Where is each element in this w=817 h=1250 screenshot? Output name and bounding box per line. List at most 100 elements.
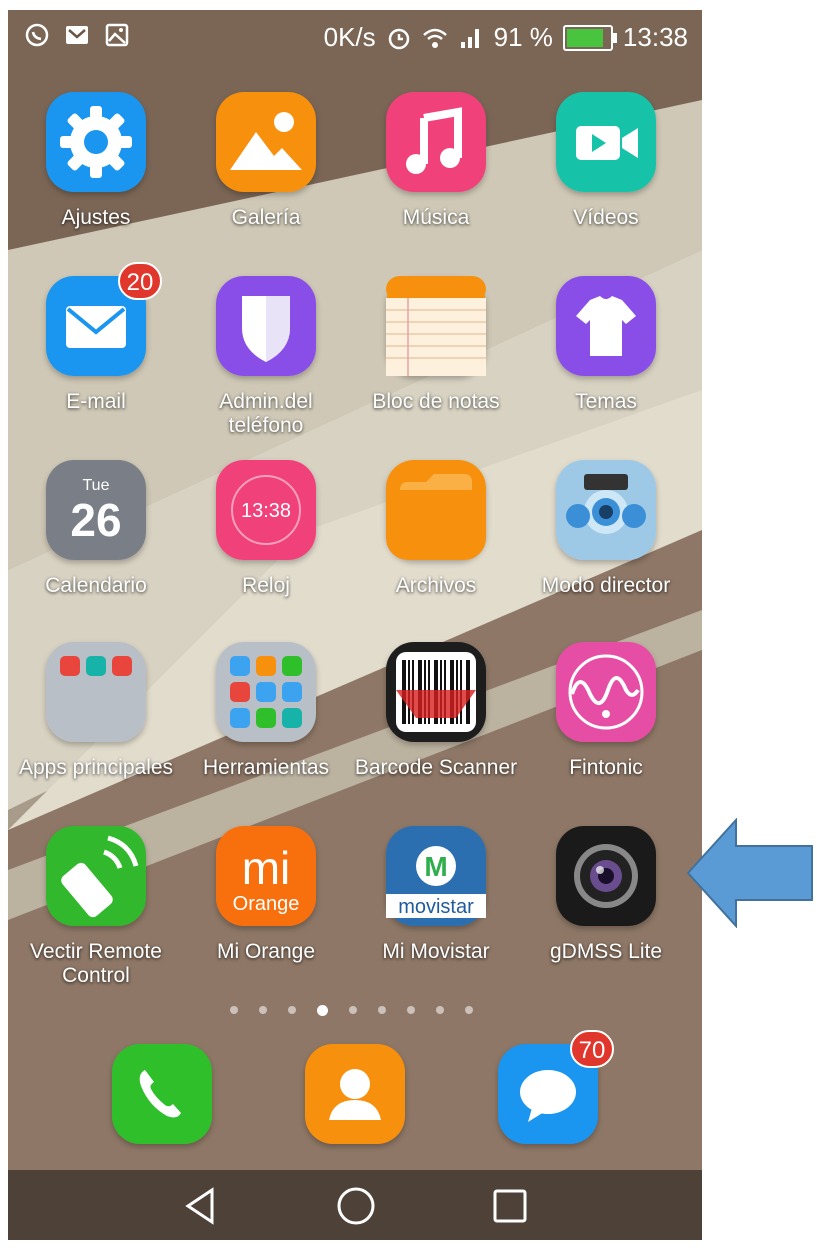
messages-app[interactable]: 70 [498,1030,614,1144]
page-dot[interactable] [378,1006,386,1014]
app-icon [386,92,486,192]
wifi-icon [422,28,447,48]
gallery-notification-icon [105,23,129,47]
app-envelope[interactable]: 20 E-mail [11,262,181,414]
app-settings-gear[interactable]: Ajustes [11,92,181,230]
app-movistar[interactable]: Mmovistar Mi Movistar [351,826,521,964]
svg-text:26: 26 [70,494,121,546]
movistar-icon: Mmovistar [386,826,486,926]
app-icon: 20 [46,262,162,376]
app-calendar[interactable]: Tue 26 Calendario [11,460,181,598]
app-director-mode[interactable]: Modo director [521,460,691,598]
app-icon [216,276,316,376]
app-label: gDMSS Lite [549,940,663,963]
svg-text:Tue: Tue [83,477,110,494]
settings-gear-icon [46,92,146,192]
app-icon [556,826,656,926]
app-label: Reloj [242,574,290,597]
page-dot[interactable] [436,1006,444,1014]
app-gallery[interactable]: Galería [181,92,351,230]
app-label: Vídeos [573,206,639,229]
calendar-icon: Tue26 [46,460,146,560]
phone-icon [112,1044,212,1144]
page-indicator [230,1005,473,1016]
page-dot[interactable] [288,1006,296,1014]
app-icon [556,92,656,192]
app-label: Modo director [541,574,671,597]
page-dot-active[interactable] [317,1005,328,1016]
page-dot[interactable] [349,1006,357,1014]
app-shield[interactable]: Admin.del teléfono [181,276,351,438]
page-dot[interactable] [407,1006,415,1014]
app-label: Admin.del teléfono [219,390,313,437]
status-bar: 0K/s 91 % 13:38 [8,10,702,66]
app-icon: mi Orange [216,826,316,926]
svg-text:13:38: 13:38 [241,500,291,522]
app-icon [556,642,656,742]
messages-badge: 70 [570,1030,614,1068]
battery-percent: 91 % [493,22,553,52]
svg-text:mi: mi [242,842,291,894]
back-icon[interactable] [180,1184,224,1228]
app-fintonic[interactable]: Fintonic [521,642,691,780]
home-icon[interactable] [334,1184,378,1228]
notification-badge: 20 [118,262,162,300]
app-folder[interactable]: Archivos [351,460,521,598]
clock-icon: 13:38 [216,460,316,560]
app-label: Apps principales [18,756,174,779]
page-dot[interactable] [259,1006,267,1014]
network-speed: 0K/s [323,22,376,52]
shield-icon [216,276,316,376]
camera-lens-icon [556,826,656,926]
app-icon [46,642,146,742]
app-label: Fintonic [569,756,643,779]
app-icon [46,826,146,926]
recents-icon[interactable] [488,1184,532,1228]
barcode-icon [386,642,486,742]
svg-text:movistar: movistar [398,896,474,918]
app-icon: Tue 26 [46,460,146,560]
app-label: E-mail [66,390,126,413]
app-label: Calendario [45,574,147,597]
app-folder-tools[interactable]: Herramientas [181,642,351,780]
page-dot[interactable] [465,1006,473,1014]
app-folder-apps[interactable]: Apps principales [11,642,181,780]
app-label: Música [402,206,470,229]
app-icon [386,460,486,560]
app-music-note[interactable]: Música [351,92,521,230]
phone-app[interactable] [112,1044,212,1144]
phone-screen: 0K/s 91 % 13:38 Ajustes Galería Música Víde… [8,10,702,1240]
remote-control-icon [46,826,146,926]
battery-charging-icon [562,24,617,51]
app-mi-orange[interactable]: mi Orange Mi Orange [181,826,351,964]
page-dot[interactable] [230,1006,238,1014]
navigation-bar [8,1170,702,1240]
director-mode-icon [556,460,656,560]
app-icon [216,642,316,742]
gallery-icon [216,92,316,192]
app-video-camera[interactable]: Vídeos [521,92,691,230]
app-icon [46,92,146,192]
tshirt-icon [556,276,656,376]
notepad-icon [386,276,486,376]
app-barcode[interactable]: Barcode Scanner [351,642,521,780]
contacts-app[interactable] [305,1044,405,1144]
app-clock[interactable]: 13:38 Reloj [181,460,351,598]
app-notepad[interactable]: Bloc de notas [351,276,521,414]
app-remote-control[interactable]: Vectir Remote Control [11,826,181,988]
app-label: Mi Movistar [382,940,490,963]
svg-text:Orange: Orange [233,893,300,915]
app-label: Vectir Remote Control [30,940,162,987]
alarm-icon [388,28,409,49]
app-icon: 13:38 [216,460,316,560]
status-time: 13:38 [622,22,688,52]
app-camera-lens[interactable]: gDMSS Lite [521,826,691,964]
app-icon: Mmovistar [386,826,486,926]
folder-icon [386,460,486,560]
music-note-icon [386,92,486,192]
gmail-icon [66,26,88,44]
app-tshirt[interactable]: Temas [521,276,691,414]
app-icon [386,642,486,742]
annotation-arrow [686,818,813,928]
fintonic-icon [556,642,656,742]
